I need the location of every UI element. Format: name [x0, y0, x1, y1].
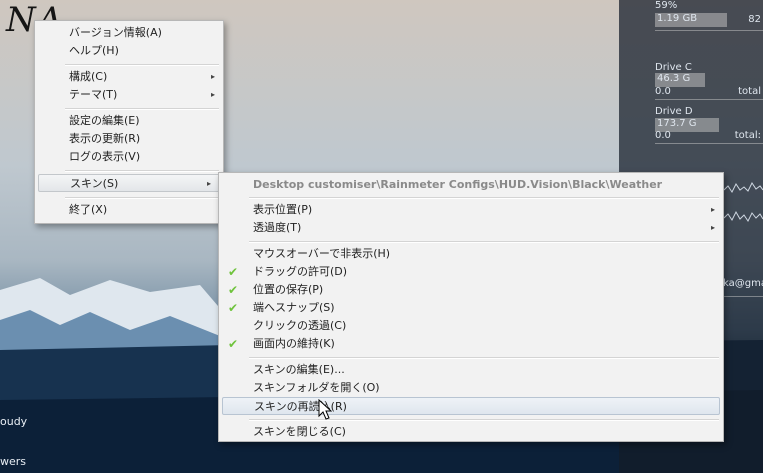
menu-item-label: 構成(C) — [69, 70, 108, 83]
menu-item-label: 透過度(T) — [253, 221, 302, 234]
submenu-arrow-icon: ▸ — [206, 179, 211, 188]
menu-item-keep-on-screen[interactable]: ✔ 画面内の維持(K) — [219, 335, 723, 353]
hud-divider — [655, 30, 763, 31]
menu-item-click-through[interactable]: クリックの透過(C) — [219, 317, 723, 335]
menu-item-label: スキンの再読込(R) — [254, 400, 347, 413]
check-icon: ✔ — [228, 337, 239, 351]
drive-d-label: Drive D — [655, 106, 693, 117]
menu-item-label: マウスオーバーで非表示(H) — [253, 247, 391, 260]
menu-item-open-skin-folder[interactable]: スキンフォルダを開く(O) — [219, 379, 723, 397]
menu-item-label: ヘルプ(H) — [69, 44, 119, 57]
menu-item-snap-to-edges[interactable]: ✔ 端へスナップ(S) — [219, 299, 723, 317]
menu-separator — [65, 64, 219, 66]
menu-item-exit[interactable]: 終了(X) — [35, 201, 223, 219]
menu-item-label: スキンの編集(E)... — [253, 363, 345, 376]
drive-c-label: Drive C — [655, 62, 692, 73]
menu-item-edit-skin[interactable]: スキンの編集(E)... — [219, 361, 723, 379]
drive-d-value: 173.7 G — [657, 118, 697, 129]
ram-percent: 59% — [655, 0, 678, 11]
menu-item-label: クリックの透過(C) — [253, 319, 347, 332]
skin-config-path: Desktop customiser\Rainmeter Configs\HUD… — [253, 178, 663, 191]
menu-item-label: ログの表示(V) — [69, 150, 141, 163]
check-icon: ✔ — [228, 301, 239, 315]
submenu-arrow-icon: ▸ — [710, 205, 715, 214]
menu-separator — [65, 170, 219, 172]
menu-separator — [65, 108, 219, 110]
submenu-arrow-icon: ▸ — [210, 72, 215, 81]
menu-item-save-position[interactable]: ✔ 位置の保存(P) — [219, 281, 723, 299]
drive-c-value: 46.3 G — [657, 73, 691, 84]
menu-item-refresh[interactable]: 表示の更新(R) — [35, 130, 223, 148]
menu-item-label: ドラッグの許可(D) — [253, 265, 348, 278]
menu-separator — [65, 197, 219, 199]
menu-item-label: バージョン情報(A) — [69, 26, 162, 39]
menu-item-label: 画面内の維持(K) — [253, 337, 335, 350]
menu-separator — [249, 241, 719, 243]
submenu-arrow-icon: ▸ — [710, 223, 715, 232]
ram-bar: 1.19 GB — [655, 13, 727, 27]
menu-item-configs[interactable]: 構成(C) ▸ — [35, 68, 223, 86]
drive-c-bar: 46.3 G — [655, 73, 705, 87]
skin-submenu: Desktop customiser\Rainmeter Configs\HUD… — [218, 172, 724, 442]
menu-item-label: 表示の更新(R) — [69, 132, 141, 145]
menu-item-draggable[interactable]: ✔ ドラッグの許可(D) — [219, 263, 723, 281]
drive-d-zero: 0.0 — [655, 130, 671, 141]
menu-item-refresh-skin[interactable]: スキンの再読込(R) — [222, 397, 720, 415]
menu-item-label: テーマ(T) — [69, 88, 118, 101]
menu-item-label: スキン(S) — [70, 177, 119, 190]
check-icon: ✔ — [228, 265, 239, 279]
rainmeter-context-menu: バージョン情報(A) ヘルプ(H) 構成(C) ▸ テーマ(T) ▸ 設定の編集(E… — [34, 20, 224, 224]
hud-divider — [655, 99, 763, 100]
skin-config-header[interactable]: Desktop customiser\Rainmeter Configs\HUD… — [219, 176, 723, 194]
menu-item-label: 端へスナップ(S) — [253, 301, 335, 314]
menu-item-about[interactable]: バージョン情報(A) — [35, 24, 223, 42]
menu-item-label: スキンフォルダを開く(O) — [253, 381, 380, 394]
ram-right-value: 82 — [748, 14, 761, 25]
hud-divider — [655, 143, 763, 144]
drive-d-total: total: — [734, 130, 761, 141]
menu-item-skins[interactable]: スキン(S) ▸ — [38, 174, 220, 192]
menu-separator — [249, 197, 719, 199]
email-fragment: ka@gma — [723, 278, 763, 289]
menu-separator — [249, 357, 719, 359]
drive-c-zero: 0.0 — [655, 86, 671, 97]
network-graph — [724, 182, 763, 222]
menu-item-label: 位置の保存(P) — [253, 283, 324, 296]
mouse-cursor-icon — [318, 399, 332, 420]
desktop-text-fragment: wers — [0, 455, 27, 468]
menu-item-hide-on-mouseover[interactable]: マウスオーバーで非表示(H) — [219, 245, 723, 263]
drive-c-total: total — [738, 86, 761, 97]
menu-item-help[interactable]: ヘルプ(H) — [35, 42, 223, 60]
menu-item-show-log[interactable]: ログの表示(V) — [35, 148, 223, 166]
menu-item-label: 終了(X) — [69, 203, 108, 216]
check-icon: ✔ — [228, 283, 239, 297]
menu-item-transparency[interactable]: 透過度(T) ▸ — [219, 219, 723, 237]
menu-item-label: 設定の編集(E) — [69, 114, 140, 127]
menu-item-edit-settings[interactable]: 設定の編集(E) — [35, 112, 223, 130]
menu-item-label: 表示位置(P) — [253, 203, 313, 216]
ram-used: 1.19 GB — [657, 13, 698, 24]
menu-item-themes[interactable]: テーマ(T) ▸ — [35, 86, 223, 104]
menu-item-close-skin[interactable]: スキンを閉じる(C) — [219, 423, 723, 441]
submenu-arrow-icon: ▸ — [210, 90, 215, 99]
menu-item-label: スキンを閉じる(C) — [253, 425, 346, 438]
menu-item-position[interactable]: 表示位置(P) ▸ — [219, 201, 723, 219]
desktop-text-fragment: oudy — [0, 415, 28, 428]
